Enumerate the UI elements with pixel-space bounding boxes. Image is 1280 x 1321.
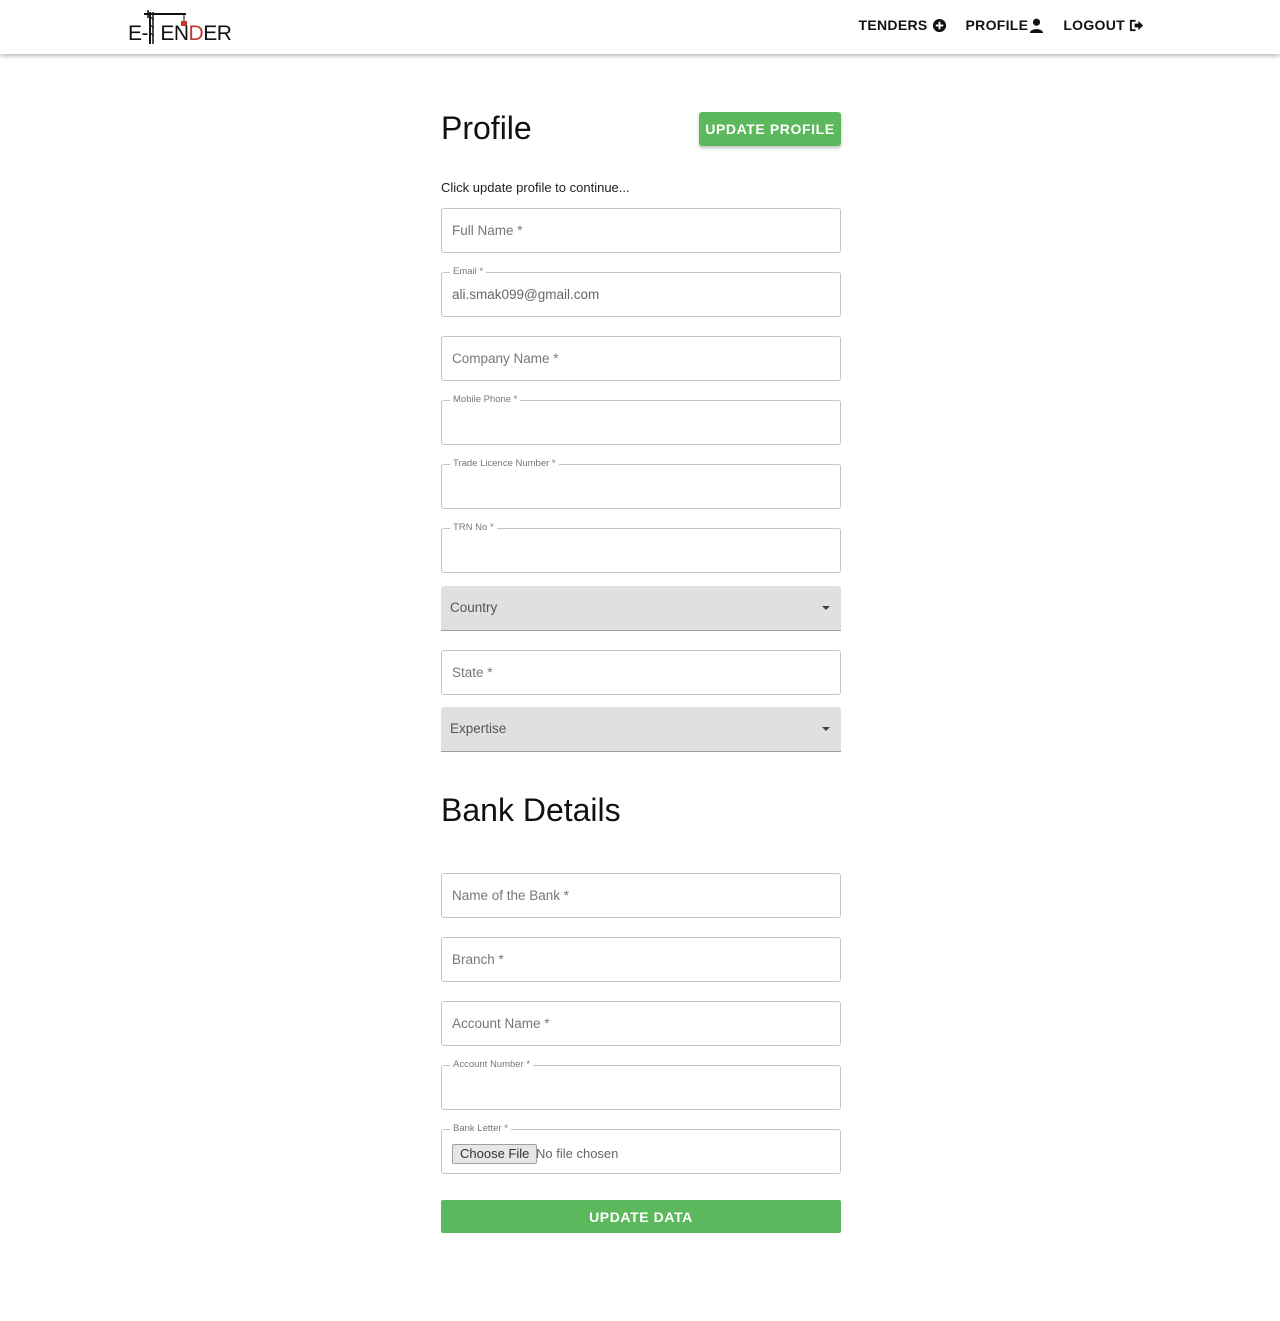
state-field[interactable]: State * <box>441 650 841 695</box>
profile-subtitle: Click update profile to continue... <box>441 180 630 195</box>
company-name-field[interactable]: Company Name * <box>441 336 841 381</box>
nav-logout[interactable]: LOGOUT <box>1063 17 1144 33</box>
nav-profile-label: PROFILE <box>965 17 1029 33</box>
full-name-field[interactable]: Full Name * <box>441 208 841 253</box>
branch-field[interactable]: Branch * <box>441 937 841 982</box>
country-placeholder: Country <box>450 600 498 615</box>
page-title: Profile <box>441 110 532 146</box>
account-number-field[interactable]: Account Number * <box>441 1059 841 1110</box>
trade-licence-label: Trade Licence Number * <box>450 458 559 470</box>
choose-file-button[interactable]: Choose File <box>452 1144 538 1164</box>
mobile-phone-field[interactable]: Mobile Phone * <box>441 394 841 445</box>
mobile-phone-label: Mobile Phone * <box>450 394 521 406</box>
account-name-field[interactable]: Account Name * <box>441 1001 841 1046</box>
account-number-label: Account Number * <box>450 1059 534 1071</box>
email-field[interactable]: Email * ali.smak099@gmail.com <box>441 266 841 317</box>
expertise-placeholder: Expertise <box>450 721 507 736</box>
branch-placeholder: Branch * <box>452 952 504 967</box>
full-name-placeholder: Full Name * <box>452 223 523 238</box>
logo-wordmark: E-TENDER <box>128 22 232 45</box>
nav-logout-label: LOGOUT <box>1063 17 1125 33</box>
bank-letter-label: Bank Letter * <box>450 1123 511 1135</box>
main-nav: TENDERS PROFILE LOGOUT <box>840 17 1144 33</box>
update-data-button[interactable]: UPDATE DATA <box>441 1200 841 1233</box>
caret-down-icon <box>822 606 830 610</box>
e-tender-logo[interactable]: E-TENDER <box>128 6 232 48</box>
trn-no-field[interactable]: TRN No * <box>441 522 841 573</box>
trade-licence-field[interactable]: Trade Licence Number * <box>441 458 841 509</box>
bank-letter-field: Bank Letter * Choose File No file chosen <box>441 1123 841 1174</box>
nav-profile[interactable]: PROFILE <box>966 17 1045 33</box>
email-value: ali.smak099@gmail.com <box>452 287 600 302</box>
bank-details-title: Bank Details <box>441 792 621 828</box>
bank-name-placeholder: Name of the Bank * <box>452 888 570 903</box>
nav-tenders[interactable]: TENDERS <box>859 17 947 33</box>
country-select[interactable]: Country <box>441 586 841 631</box>
update-profile-button[interactable]: UPDATE PROFILE <box>699 112 841 146</box>
state-placeholder: State * <box>452 665 493 680</box>
account-name-placeholder: Account Name * <box>452 1016 550 1031</box>
sign-out-icon <box>1129 18 1144 33</box>
top-navbar: E-TENDER TENDERS PROFILE LOGOUT <box>0 0 1280 54</box>
nav-tenders-label: TENDERS <box>858 17 928 33</box>
bank-name-field[interactable]: Name of the Bank * <box>441 873 841 918</box>
trn-no-label: TRN No * <box>450 522 497 534</box>
caret-down-icon <box>822 727 830 731</box>
plus-circle-icon <box>932 18 947 33</box>
expertise-select[interactable]: Expertise <box>441 707 841 752</box>
email-label: Email * <box>450 266 487 278</box>
file-status: No file chosen <box>536 1146 619 1161</box>
company-name-placeholder: Company Name * <box>452 351 559 366</box>
user-icon <box>1029 18 1044 33</box>
